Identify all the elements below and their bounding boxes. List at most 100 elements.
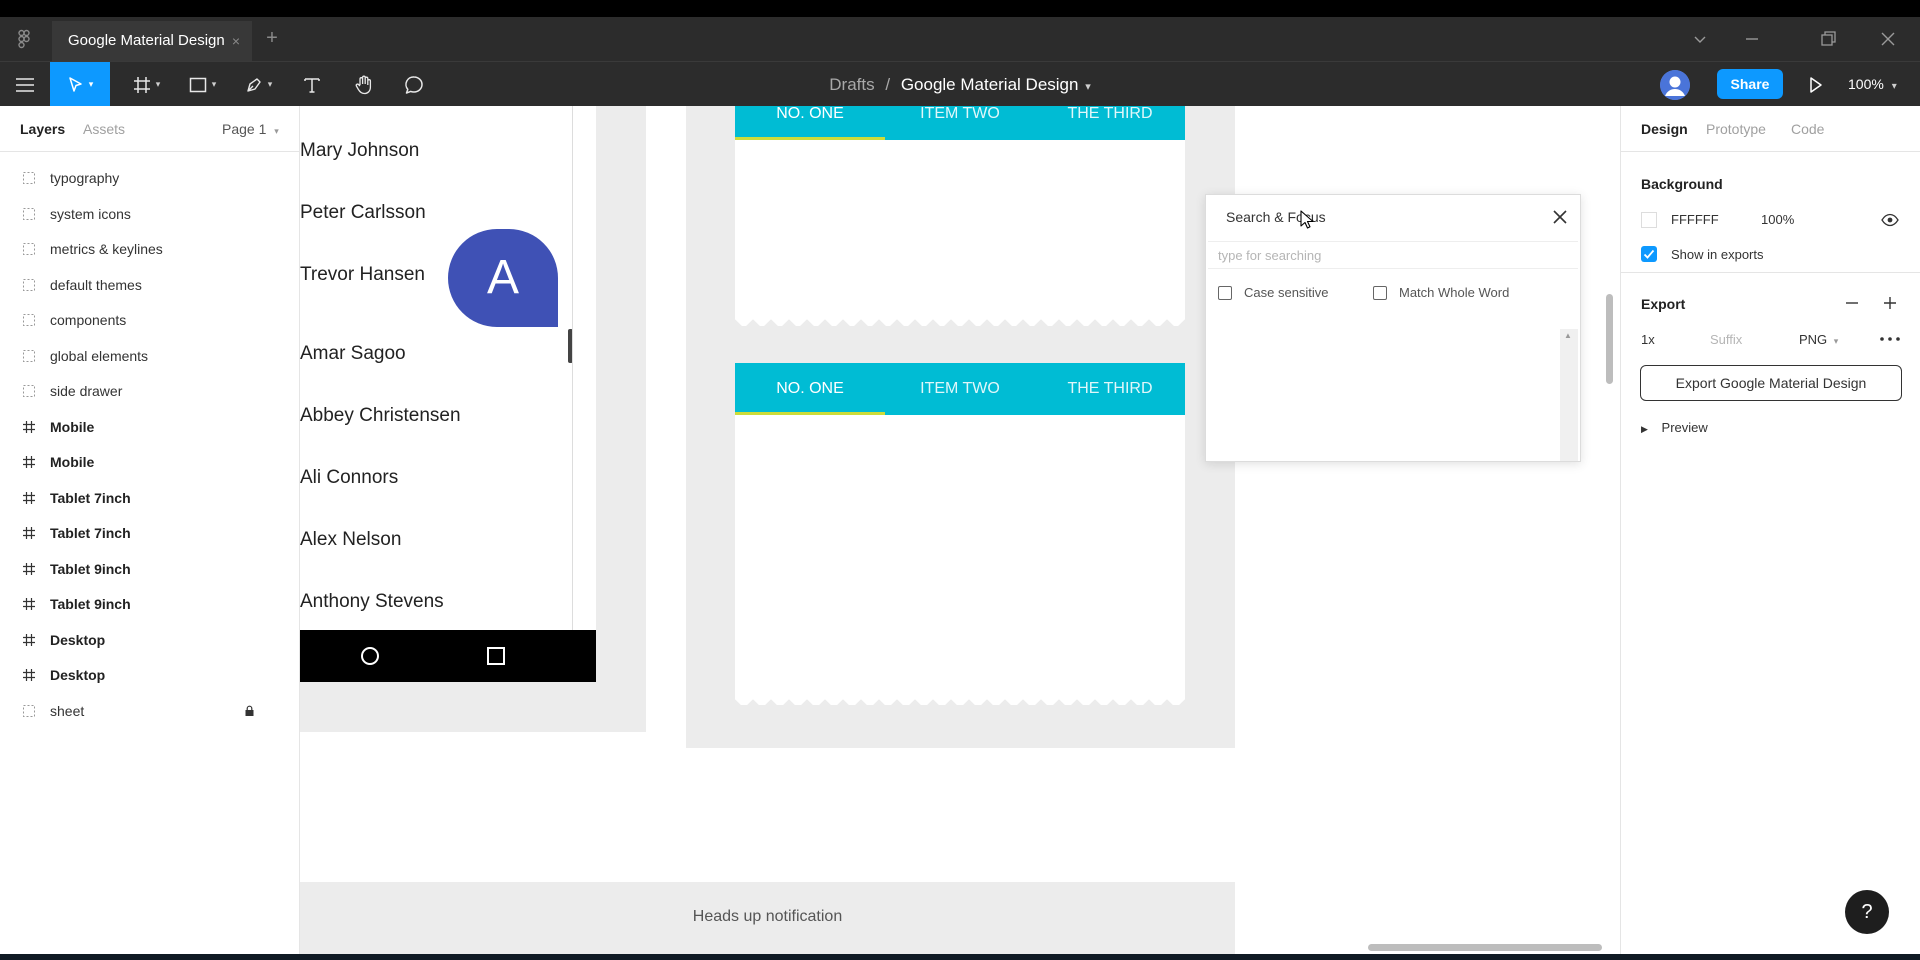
tab-bottom-item-two[interactable]: ITEM TWO — [885, 363, 1035, 415]
layer-item[interactable]: Tablet 9inch — [0, 586, 300, 622]
tab-prototype[interactable]: Prototype — [1706, 106, 1766, 152]
chevron-down-icon[interactable]: ▾ — [1085, 81, 1091, 93]
artboard-tablet[interactable]: NO. ONE ITEM TWO THE THIRD NO. ONE ITEM … — [686, 106, 1235, 748]
section-dashed-icon — [23, 385, 35, 397]
contact-list-item[interactable]: Ali Connors — [300, 467, 398, 489]
background-color-swatch[interactable] — [1641, 212, 1657, 228]
frame-hash-icon — [23, 456, 35, 468]
frame-tool-button[interactable]: ▾ — [122, 62, 170, 107]
preview-toggle[interactable]: ▶ Preview — [1641, 420, 1708, 435]
hand-tool-button[interactable] — [342, 62, 386, 107]
checkbox-box[interactable] — [1373, 285, 1387, 300]
file-tab-title: Google Material Design — [68, 32, 225, 49]
layer-item[interactable]: global elements — [0, 338, 300, 374]
frame-hash-icon — [23, 562, 35, 575]
contact-list-item[interactable]: Mary Johnson — [300, 140, 419, 162]
tab-top-the-third[interactable]: THE THIRD — [1035, 106, 1185, 140]
contact-list-screen: Mary Johnson Peter Carlsson Trevor Hansen A… — [300, 106, 596, 682]
layer-item[interactable]: metrics & keylines — [0, 231, 300, 267]
layer-item[interactable]: Tablet 7inch — [0, 480, 300, 516]
artboard-notification[interactable]: Heads up notification — [300, 882, 1235, 954]
tab-top-no-one[interactable]: NO. ONE — [735, 106, 885, 140]
tab-assets[interactable]: Assets — [83, 106, 125, 152]
chevron-down-icon[interactable] — [1686, 25, 1714, 53]
contact-list-item[interactable]: Amar Sagoo — [300, 343, 406, 365]
new-tab-button[interactable]: + — [262, 23, 282, 53]
figma-logo-icon[interactable] — [14, 29, 34, 49]
layer-item[interactable]: components — [0, 302, 300, 338]
close-tab-icon[interactable]: × — [232, 21, 240, 61]
comment-tool-button[interactable] — [392, 62, 436, 107]
case-sensitive-checkbox[interactable]: Case sensitive — [1218, 285, 1329, 300]
search-input[interactable] — [1208, 241, 1578, 269]
pen-tool-button[interactable]: ▾ — [234, 62, 282, 107]
nav-home-icon[interactable] — [360, 646, 380, 666]
shape-tool-button[interactable]: ▾ — [178, 62, 226, 107]
nav-recents-icon[interactable] — [486, 646, 506, 666]
artboard-mobile[interactable]: Mary Johnson Peter Carlsson Trevor Hansen A… — [300, 106, 646, 732]
zoom-level-dropdown[interactable]: 100% ▾ — [1848, 62, 1897, 107]
minus-icon[interactable] — [1843, 294, 1861, 312]
plus-icon[interactable] — [1881, 294, 1899, 312]
match-whole-word-checkbox[interactable]: Match Whole Word — [1373, 285, 1509, 300]
page-selector[interactable]: Page 1 ▾ — [222, 106, 279, 152]
layer-item[interactable]: typography — [0, 160, 300, 196]
contact-list-item[interactable]: Alex Nelson — [300, 529, 401, 551]
layer-item[interactable]: Mobile — [0, 444, 300, 480]
restore-icon[interactable] — [1814, 25, 1842, 53]
file-name-title[interactable]: Google Material Design — [901, 75, 1079, 94]
export-suffix-input[interactable]: Suffix — [1710, 332, 1742, 347]
present-play-icon[interactable] — [1800, 70, 1830, 100]
close-icon[interactable] — [1550, 207, 1570, 227]
file-tab[interactable]: Google Material Design × — [52, 21, 252, 61]
horizontal-scrollbar[interactable] — [1368, 944, 1602, 951]
vertical-scrollbar[interactable] — [1606, 294, 1613, 384]
export-scale-value[interactable]: 1x — [1641, 332, 1655, 347]
move-tool-button[interactable]: ▾ — [50, 62, 110, 107]
tab-top-item-two[interactable]: ITEM TWO — [885, 106, 1035, 140]
user-avatar[interactable] — [1660, 70, 1690, 100]
layer-label: metrics & keylines — [50, 241, 163, 257]
text-tool-button[interactable] — [290, 62, 334, 107]
tab-code[interactable]: Code — [1791, 106, 1824, 152]
eye-visibility-icon[interactable] — [1881, 212, 1899, 228]
tab-design[interactable]: Design — [1641, 106, 1688, 152]
fab-avatar[interactable]: A — [448, 229, 558, 327]
results-scrollbar[interactable]: ▲ — [1560, 329, 1578, 461]
more-options-icon[interactable] — [1879, 335, 1901, 343]
layer-item[interactable]: system icons — [0, 196, 300, 232]
close-window-icon[interactable] — [1874, 25, 1902, 53]
main-menu-button[interactable] — [0, 62, 50, 107]
layer-item[interactable]: Tablet 7inch — [0, 515, 300, 551]
export-format-dropdown[interactable]: PNG ▾ — [1799, 332, 1838, 347]
lock-icon[interactable] — [244, 705, 255, 716]
checkbox-box[interactable] — [1218, 285, 1232, 300]
contact-list-item[interactable]: Anthony Stevens — [300, 591, 444, 613]
search-focus-dialog: Search & Focus Case sensitive Match Whol… — [1205, 194, 1581, 462]
layer-item[interactable]: Desktop — [0, 622, 300, 658]
tab-bottom-the-third[interactable]: THE THIRD — [1035, 363, 1185, 415]
scroll-up-icon[interactable]: ▲ — [1564, 331, 1572, 340]
tab-layers[interactable]: Layers — [20, 106, 65, 152]
contact-list-item[interactable]: Abbey Christensen — [300, 405, 461, 427]
export-button[interactable]: Export Google Material Design — [1640, 365, 1902, 401]
background-opacity-value[interactable]: 100% — [1761, 212, 1794, 227]
layer-item[interactable]: default themes — [0, 267, 300, 303]
layer-label: Desktop — [50, 667, 106, 683]
share-button[interactable]: Share — [1717, 69, 1783, 99]
show-in-exports-checkbox[interactable] — [1641, 246, 1657, 262]
breadcrumb-drafts[interactable]: Drafts — [829, 75, 874, 94]
zoom-level-value: 100% — [1848, 76, 1884, 92]
layer-item[interactable]: sheet — [0, 693, 300, 729]
tab-bottom-no-one[interactable]: NO. ONE — [735, 363, 885, 415]
layer-item[interactable]: Mobile — [0, 409, 300, 445]
layer-item[interactable]: side drawer — [0, 373, 300, 409]
contact-list-item[interactable]: Trevor Hansen — [300, 264, 425, 286]
layer-item[interactable]: Tablet 9inch — [0, 551, 300, 587]
contact-list-item[interactable]: Peter Carlsson — [300, 202, 426, 224]
background-hex-value[interactable]: FFFFFF — [1671, 212, 1719, 227]
help-button[interactable]: ? — [1845, 890, 1889, 934]
layer-item[interactable]: Desktop — [0, 657, 300, 693]
main-toolbar: ▾ ▾ ▾ ▾ Drafts / Google Material Design … — [0, 61, 1920, 107]
minimize-icon[interactable] — [1738, 25, 1766, 53]
